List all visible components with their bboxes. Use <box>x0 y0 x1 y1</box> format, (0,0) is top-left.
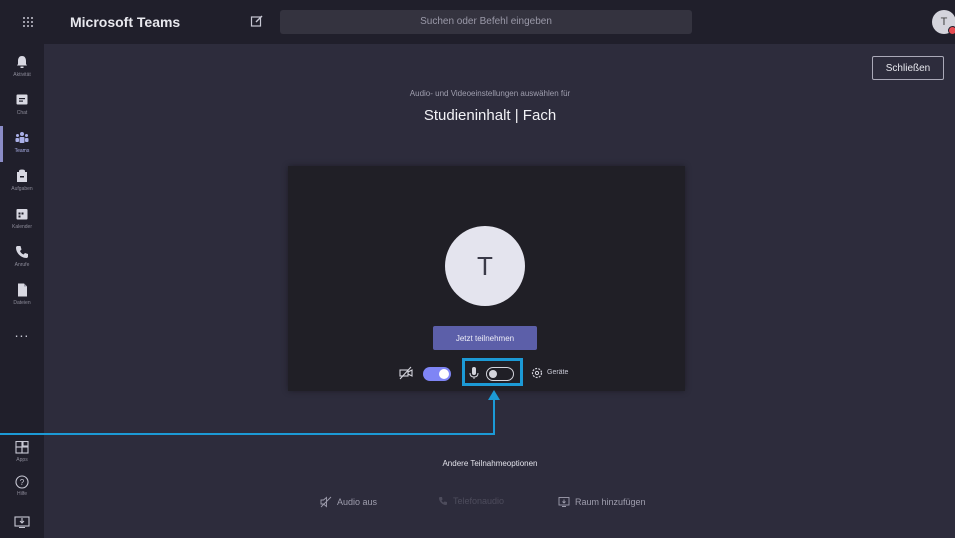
rail-label-calendar: Kalender <box>11 224 32 230</box>
rail-item-activity[interactable]: Aktivität <box>0 50 44 86</box>
close-button[interactable]: Schließen <box>872 56 944 80</box>
rail-label-calls: Anrufe <box>14 262 30 268</box>
rail-item-chat[interactable]: Chat <box>0 88 44 124</box>
user-avatar[interactable]: T <box>932 10 955 35</box>
cast-icon <box>558 497 570 507</box>
apps-icon <box>15 441 29 454</box>
audio-off-label: Audio aus <box>337 497 378 507</box>
join-now-button[interactable]: Jetzt teilnehmen <box>433 326 537 350</box>
chat-icon <box>16 94 28 105</box>
rail-item-help[interactable]: ? Hilfe <box>0 475 44 497</box>
add-room-option[interactable]: Raum hinzufügen <box>558 496 646 508</box>
app-rail: Aktivität Chat Teams Aufgaben Kalender A… <box>0 44 44 538</box>
file-icon <box>18 283 27 297</box>
assignments-icon <box>17 169 27 182</box>
rail-label-teams: Teams <box>14 148 30 154</box>
microphone-highlight-box <box>462 358 523 386</box>
download-icon <box>14 516 30 528</box>
teams-window: Microsoft Teams Suchen oder Befehl einge… <box>0 0 955 538</box>
rail-label-files: Dateien <box>13 300 31 306</box>
download-app-button[interactable] <box>0 515 44 529</box>
presence-badge <box>948 26 955 35</box>
rail-more-button[interactable]: ... <box>0 324 44 340</box>
rail-label-apps: Apps <box>16 457 28 463</box>
rail-item-calls[interactable]: Anrufe <box>0 240 44 276</box>
preview-avatar: T <box>445 226 525 306</box>
add-room-label: Raum hinzufügen <box>575 497 646 507</box>
settings-subtitle: Audio- und Videoeinstellungen auswählen … <box>409 89 571 98</box>
meeting-title: Studieninhalt | Fach <box>423 107 557 124</box>
speaker-off-icon <box>320 496 332 508</box>
rail-item-assignments[interactable]: Aufgaben <box>0 164 44 200</box>
rail-item-teams[interactable]: Teams <box>0 126 44 162</box>
svg-text:?: ? <box>20 478 25 487</box>
teams-icon <box>15 132 29 143</box>
phone-icon <box>16 246 28 258</box>
compose-icon <box>250 15 263 27</box>
user-initial: T <box>940 16 948 28</box>
rail-item-files[interactable]: Dateien <box>0 278 44 314</box>
audio-off-option[interactable]: Audio aus <box>320 496 377 508</box>
rail-label-activity: Aktivität <box>13 72 31 78</box>
bell-icon <box>17 56 27 68</box>
search-input[interactable]: Suchen oder Befehl eingeben <box>280 10 692 34</box>
help-icon: ? <box>15 475 29 489</box>
waffle-icon <box>23 17 33 27</box>
rail-item-calendar[interactable]: Kalender <box>0 202 44 238</box>
rail-label-chat: Chat <box>16 110 28 116</box>
new-chat-button[interactable] <box>250 14 266 30</box>
camera-toggle-knob <box>439 369 449 379</box>
app-launcher-button[interactable] <box>0 0 56 44</box>
phone-icon <box>439 497 447 505</box>
rail-label-help: Hilfe <box>16 491 27 497</box>
gear-icon <box>531 367 543 379</box>
calendar-icon <box>16 209 28 220</box>
title-bar: Microsoft Teams Suchen oder Befehl einge… <box>0 0 955 44</box>
camera-toggle[interactable] <box>423 367 451 381</box>
app-title: Microsoft Teams <box>70 14 181 30</box>
camera-off-icon <box>399 366 413 380</box>
other-options-title: Andere Teilnahmeoptionen <box>442 459 538 468</box>
rail-label-assignments: Aufgaben <box>11 186 33 192</box>
rail-item-apps[interactable]: Apps <box>0 441 44 463</box>
devices-button[interactable]: Geräte <box>547 369 568 376</box>
phone-audio-option[interactable]: Telefonaudio <box>438 496 504 506</box>
phone-audio-label: Telefonaudio <box>453 496 505 506</box>
